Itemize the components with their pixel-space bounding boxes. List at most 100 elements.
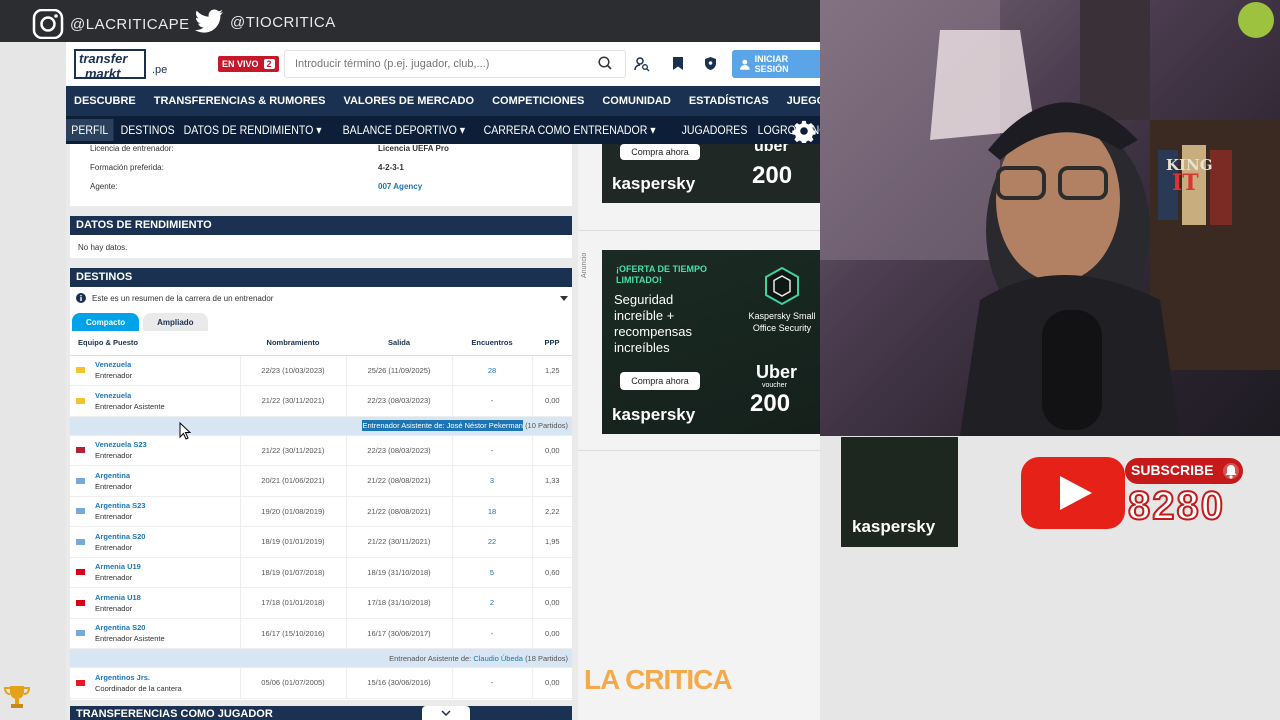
ad-main-banner[interactable]: ¡OFERTA DE TIEMPO LIMITADO! Seguridad in…	[602, 250, 820, 434]
team-role: Entrenador	[95, 512, 133, 522]
end-cell: 21/22 (08/08/2021)	[346, 496, 453, 527]
live-button[interactable]: EN VIVO 2	[218, 56, 279, 72]
matches-cell[interactable]: 5	[452, 557, 533, 588]
ad-column: Compra ahora kaspersky uber 200 Anuncio …	[578, 144, 827, 720]
start-cell: 22/23 (10/03/2023)	[240, 355, 347, 386]
assistant-note-suffix: (10 Partidos)	[525, 421, 568, 430]
nav-descubre[interactable]: DESCUBRE	[66, 95, 144, 107]
team-name-link[interactable]: Armenia U18	[95, 593, 141, 602]
assistant-note-row: Entrenador Asistente de: José Néstor Pek…	[70, 416, 572, 436]
subnav-jugadores[interactable]: JUGADORES	[679, 123, 750, 137]
ppp-cell: 0,00	[532, 667, 572, 699]
twitter-icon	[195, 9, 223, 33]
nav-competiciones[interactable]: COMPETICIONES	[482, 95, 592, 107]
subnav-balance-deportivo[interactable]: BALANCE DEPORTIVO ▾	[340, 123, 468, 137]
subscribe-label: SUBSCRIBE	[1131, 462, 1214, 478]
col-ppp[interactable]: PPP	[532, 331, 572, 356]
search-icon[interactable]	[598, 56, 612, 70]
matches-cell[interactable]: 22	[452, 526, 533, 558]
scroll-down-button[interactable]	[422, 706, 470, 720]
col-end[interactable]: Salida	[346, 331, 452, 356]
book-spine-line-2: IT	[1172, 170, 1199, 196]
team-label: Venezuela Entrenador	[95, 359, 132, 381]
matches-cell[interactable]: 3	[452, 465, 533, 497]
team-flag-icon	[76, 630, 85, 637]
matches-cell[interactable]: 28	[452, 355, 533, 386]
table-row: Argentina S23 Entrenador 19/20 (01/08/2019…	[70, 496, 572, 527]
table-row: Argentina Entrenador 20/21 (01/06/2021) 21/…	[70, 465, 572, 497]
team-name-link[interactable]: Armenia U19	[95, 562, 141, 571]
matches-cell: -	[452, 385, 533, 417]
team-name-link[interactable]: Argentina S23	[95, 501, 145, 510]
end-cell: 21/22 (08/08/2021)	[346, 465, 453, 497]
twitter-handle: @TIOCRITICA	[194, 9, 336, 35]
subnav-datos-rendimiento[interactable]: DATOS DE RENDIMIENTO ▾	[181, 123, 324, 137]
team-cell: Venezuela Entrenador Asistente	[70, 385, 241, 417]
ppp-cell: 0,00	[532, 435, 572, 466]
assistant-note-link[interactable]: Claudio Úbeda	[473, 654, 523, 663]
no-data-text: No hay datos.	[78, 243, 128, 252]
bookmark-icon[interactable]	[672, 56, 684, 71]
license-value: Licencia UEFA Pro	[378, 144, 449, 153]
subnav-destinos[interactable]: DESTINOS	[118, 123, 177, 137]
formation-value: 4-2-3-1	[378, 163, 404, 172]
team-name-link[interactable]: Argentinos Jrs.	[95, 673, 150, 682]
end-cell: 22/23 (08/03/2023)	[346, 435, 453, 466]
assistant-note-highlight[interactable]: Entrenador Asistente de: José Néstor Pek…	[362, 420, 523, 431]
collapse-arrow-icon[interactable]	[560, 296, 568, 302]
team-label: Armenia U19 Entrenador	[95, 561, 141, 583]
ad-top-cta[interactable]: Compra ahora	[620, 144, 700, 160]
col-team[interactable]: Equipo & Puesto	[70, 331, 240, 356]
col-start[interactable]: Nombramiento	[240, 331, 346, 356]
matches-cell[interactable]: 2	[452, 587, 533, 619]
nav-comunidad[interactable]: COMUNIDAD	[592, 95, 678, 107]
team-name-link[interactable]: Venezuela	[95, 391, 131, 400]
user-icon	[740, 59, 750, 70]
twitter-text: @TIOCRITICA	[230, 13, 336, 31]
team-cell: Venezuela S23 Entrenador	[70, 435, 241, 466]
team-cell: Argentina S20 Entrenador Asistente	[70, 618, 241, 649]
agent-key: Agente:	[90, 182, 118, 191]
table-row: Venezuela S23 Entrenador 21/22 (30/11/2021…	[70, 435, 572, 466]
trophy-icon[interactable]	[2, 684, 32, 710]
team-name-link[interactable]: Venezuela S23	[95, 440, 147, 449]
agent-link[interactable]: 007 Agency	[378, 182, 422, 191]
team-label: Armenia U18 Entrenador	[95, 592, 141, 614]
user-search-icon[interactable]	[634, 56, 650, 72]
matches-cell: -	[452, 618, 533, 649]
nav-valores[interactable]: VALORES DE MERCADO	[333, 95, 482, 107]
team-cell: Venezuela Entrenador	[70, 355, 241, 386]
start-cell: 18/19 (01/07/2018)	[240, 557, 347, 588]
team-role: Entrenador Asistente	[95, 634, 165, 644]
ad-main-uber: Uber	[756, 362, 798, 382]
search-input[interactable]	[284, 50, 626, 78]
nav-estadisticas[interactable]: ESTADÍSTICAS	[679, 95, 777, 107]
team-flag-icon	[76, 367, 85, 374]
ad-main-cta[interactable]: Compra ahora	[620, 372, 700, 390]
col-matches[interactable]: Encuentros	[452, 331, 532, 356]
subnav-carrera-entrenador[interactable]: CARRERA COMO ENTRENADOR ▾	[481, 123, 658, 137]
subnav-perfil[interactable]: PERFIL	[66, 119, 114, 141]
team-label: Argentina Entrenador	[95, 470, 132, 492]
gear-icon[interactable]	[792, 119, 816, 143]
tab-ampliado[interactable]: Ampliado	[143, 313, 208, 332]
end-cell: 25/26 (11/09/2025)	[346, 355, 453, 386]
login-button[interactable]: INICIAR SESIÓN	[732, 50, 822, 78]
matches-cell[interactable]: 18	[452, 496, 533, 527]
team-name-link[interactable]: Argentina S20	[95, 532, 145, 541]
team-name-link[interactable]: Venezuela	[95, 360, 131, 369]
team-role: Entrenador Asistente	[95, 401, 165, 411]
transfermarkt-logo[interactable]: transfer markt	[74, 49, 146, 81]
team-name-link[interactable]: Argentina S20	[95, 623, 145, 632]
webcam-feed: KING IT	[820, 0, 1280, 436]
mouse-cursor-icon	[179, 422, 191, 440]
team-label: Venezuela Entrenador Asistente	[95, 390, 165, 412]
destinations-table: Equipo & Puesto Nombramiento Salida Encu…	[70, 331, 572, 699]
tab-compacto[interactable]: Compacto	[72, 313, 140, 332]
nav-transferencias[interactable]: TRANSFERENCIAS & RUMORES	[144, 95, 334, 107]
team-name-link[interactable]: Argentina	[95, 471, 130, 480]
shield-icon[interactable]	[704, 56, 717, 71]
ad-top-banner[interactable]: Compra ahora kaspersky uber 200	[602, 144, 820, 203]
country-selector[interactable]: .pe	[152, 64, 167, 76]
destinations-card: DESTINOS Este es un resumen de la carrer…	[70, 268, 572, 700]
